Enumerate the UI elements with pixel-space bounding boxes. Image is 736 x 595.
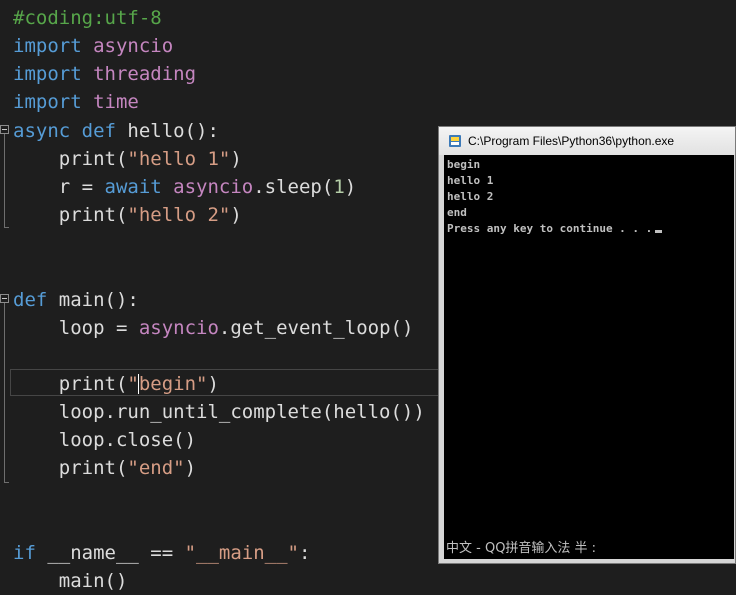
- code-token: "__main__": [184, 541, 299, 564]
- console-line: hello 1: [447, 174, 494, 187]
- fold-guide-end: [4, 482, 9, 483]
- code-token: await: [104, 175, 174, 198]
- code-token: import: [13, 63, 94, 86]
- code-token: :: [299, 541, 311, 564]
- code-line[interactable]: async def hello():: [13, 117, 219, 145]
- code-token: #coding:utf-8: [13, 7, 162, 29]
- code-token: "begin": [127, 372, 208, 395]
- code-token: import: [13, 91, 94, 114]
- code-token: print(: [13, 372, 128, 395]
- code-token: .sleep(: [253, 175, 334, 198]
- code-token: import: [13, 35, 94, 58]
- code-line[interactable]: r = await asyncio.sleep(1): [13, 173, 356, 201]
- code-line[interactable]: if __name__ == "__main__":: [13, 539, 310, 567]
- code-token: loop.run_until_complete(hello()): [13, 401, 425, 424]
- fold-guide-end: [4, 227, 9, 228]
- code-token: 1: [333, 175, 345, 198]
- code-token: def: [81, 119, 128, 142]
- code-token: main():: [58, 288, 139, 311]
- code-line[interactable]: def main():: [13, 286, 139, 314]
- code-line[interactable]: loop.run_until_complete(hello()): [13, 398, 425, 426]
- code-token: main(): [13, 570, 128, 592]
- code-line[interactable]: import asyncio: [13, 32, 173, 60]
- code-line[interactable]: #coding:utf-8: [13, 4, 162, 32]
- text-caret: [138, 374, 139, 394]
- code-token: loop.close(): [13, 429, 197, 452]
- code-token: "hello 1": [127, 147, 231, 170]
- code-token: r =: [13, 175, 105, 198]
- console-line: begin: [447, 158, 481, 171]
- console-cursor: [655, 230, 663, 233]
- code-line[interactable]: print("hello 2"): [13, 201, 242, 229]
- code-line[interactable]: loop = asyncio.get_event_loop(): [13, 314, 414, 342]
- code-line[interactable]: main(): [13, 567, 128, 595]
- code-token: ): [344, 175, 357, 198]
- python-icon: [449, 135, 461, 147]
- fold-guide: [4, 303, 5, 482]
- code-token: ): [184, 457, 197, 480]
- console-output[interactable]: begin hello 1 hello 2 end Press any key …: [444, 155, 734, 559]
- ime-status: 中文 - QQ拼音输入法 半 :: [446, 541, 597, 556]
- code-token: asyncio: [93, 35, 174, 58]
- code-token: hello():: [127, 119, 219, 142]
- code-token: asyncio: [173, 175, 254, 198]
- code-line[interactable]: import time: [13, 88, 139, 116]
- code-token: ): [230, 147, 242, 170]
- code-token: ): [207, 372, 219, 395]
- console-window[interactable]: C:\Program Files\Python36\python.exe beg…: [438, 126, 736, 564]
- code-line[interactable]: print("hello 1"): [13, 145, 242, 173]
- code-line[interactable]: print("end"): [13, 454, 196, 482]
- console-title: C:\Program Files\Python36\python.exe: [468, 134, 675, 148]
- code-line[interactable]: print("begin"): [13, 370, 219, 398]
- code-token: "end": [127, 457, 185, 480]
- code-token: "hello 2": [127, 204, 231, 227]
- code-token: threading: [93, 63, 197, 86]
- code-token: def: [13, 288, 59, 311]
- code-token: print(: [13, 457, 128, 480]
- code-token: print(: [13, 147, 128, 170]
- fold-toggle-icon[interactable]: [0, 125, 9, 134]
- code-token: .get_event_loop(): [218, 316, 414, 339]
- code-token: __name__ ==: [47, 541, 185, 564]
- console-prompt-line: Press any key to continue . . .: [447, 221, 663, 237]
- code-token: ): [230, 204, 242, 227]
- code-token: print(: [13, 204, 128, 227]
- fold-toggle-icon[interactable]: [0, 294, 9, 303]
- code-line[interactable]: import threading: [13, 60, 196, 88]
- code-token: if: [13, 541, 48, 564]
- console-titlebar[interactable]: C:\Program Files\Python36\python.exe: [439, 127, 735, 155]
- code-token: asyncio: [138, 316, 219, 339]
- code-token: time: [93, 91, 139, 114]
- code-token: async: [13, 119, 82, 142]
- console-line: hello 2: [447, 190, 494, 203]
- code-token: loop =: [13, 316, 139, 339]
- console-line: end: [447, 206, 467, 219]
- fold-guide: [4, 134, 5, 227]
- console-prompt-text: Press any key to continue . . .: [447, 222, 653, 235]
- code-line[interactable]: loop.close(): [13, 426, 196, 454]
